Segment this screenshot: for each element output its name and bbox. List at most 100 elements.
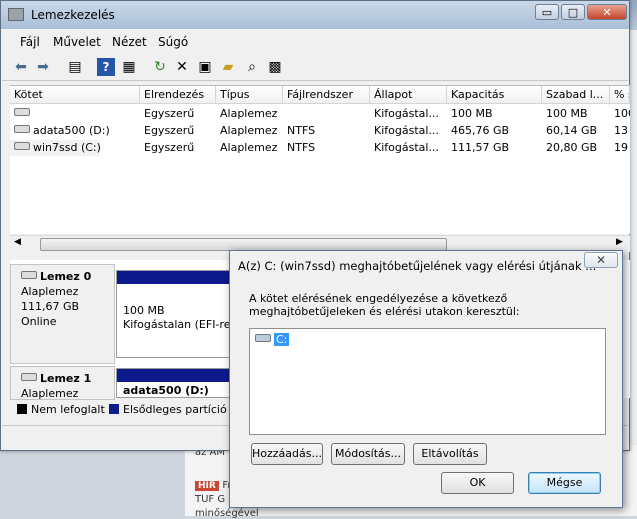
- table-cell: Alaplemez: [220, 124, 278, 137]
- disk-icon[interactable]: ▩: [266, 58, 284, 76]
- table-cell: 100 MB: [451, 107, 493, 120]
- delete-icon[interactable]: ✕: [173, 58, 191, 76]
- table-cell: 60,14 GB: [546, 124, 598, 137]
- disk-icon: [21, 373, 37, 381]
- menu-action[interactable]: Művelet: [53, 35, 101, 49]
- table-row[interactable]: [10, 106, 140, 122]
- table-cell: 20,80 GB: [546, 141, 598, 154]
- partition-efi[interactable]: 100 MB Kifogástalan (EFI-ren: [116, 270, 238, 358]
- toolbar: ⬅ ➡ ▤ ? ▦ ↻ ✕ ▣ ▰ ⌕ ▩: [2, 54, 628, 81]
- partition-bar: [117, 369, 235, 382]
- disk-size: 111,67 GB: [21, 300, 80, 313]
- disk-icon: [21, 271, 37, 279]
- path-label: C:: [274, 333, 290, 346]
- column-header-volume[interactable]: Kötet: [10, 86, 140, 104]
- table-cell: 19: [614, 141, 628, 154]
- window-title: Lemezkezelés: [31, 8, 115, 22]
- minimize-button[interactable]: ▭: [535, 4, 559, 20]
- table-cell: Alaplemez: [220, 107, 278, 120]
- table-cell: 111,57 GB: [451, 141, 510, 154]
- add-button[interactable]: Hozzáadás...: [251, 443, 323, 465]
- table-cell: Alaplemez: [220, 141, 278, 154]
- disk-0-info[interactable]: Lemez 0 Alaplemez 111,67 GB Online: [10, 264, 115, 364]
- disk-1-info[interactable]: Lemez 1 Alaplemez: [10, 366, 115, 400]
- table-cell: 13: [614, 124, 628, 137]
- ok-button[interactable]: OK: [441, 472, 514, 494]
- remove-button[interactable]: Eltávolítás: [413, 443, 487, 465]
- background-text: minőségével: [195, 508, 259, 519]
- table-cell: NTFS: [287, 141, 316, 154]
- partition-size: 100 MB: [123, 304, 165, 317]
- table-cell: Kifogástal...: [374, 124, 439, 137]
- disk-type: Alaplemez: [21, 285, 79, 298]
- menu-view[interactable]: Nézet: [112, 35, 147, 49]
- column-header-layout[interactable]: Elrendezés: [140, 86, 216, 104]
- details-icon[interactable]: ▦: [120, 58, 138, 76]
- table-row[interactable]: win7ssd (C:): [10, 140, 100, 156]
- maximize-button[interactable]: □: [561, 4, 585, 20]
- disk-status: Online: [21, 315, 57, 328]
- table-cell: [283, 106, 370, 122]
- dialog-description: A kötet elérésének engedélyezése a követ…: [249, 292, 520, 318]
- news-badge-label: HÍR: [195, 481, 219, 491]
- table-cell: Egyszerű: [144, 107, 195, 120]
- column-header-status[interactable]: Állapot: [370, 86, 447, 104]
- dialog-title: A(z) C: (win7ssd) meghajtóbetűjelének va…: [238, 259, 597, 273]
- properties-icon[interactable]: ▣: [196, 58, 214, 76]
- partition-label: adata500 (D:): [123, 384, 209, 397]
- refresh-icon[interactable]: ↻: [151, 58, 169, 76]
- table-cell: Egyszerű: [144, 124, 195, 137]
- legend-swatch: [109, 404, 119, 414]
- disk-name: Lemez 1: [40, 372, 92, 385]
- volume-name: adata500 (D:): [33, 124, 110, 137]
- news-badge: HÍR Fr: [195, 478, 231, 491]
- scroll-right-icon[interactable]: ▶: [616, 237, 623, 247]
- drive-icon: [14, 108, 30, 116]
- table-cell: Egyszerű: [144, 141, 195, 154]
- drive-icon: [14, 142, 30, 150]
- table-cell: Kifogástal...: [374, 107, 439, 120]
- title-bar[interactable]: Lemezkezelés ▭ □ ✕: [1, 1, 629, 29]
- column-header-percent-free[interactable]: % s: [610, 86, 630, 104]
- column-header-type[interactable]: Típus: [216, 86, 283, 104]
- volume-name: win7ssd (C:): [33, 141, 100, 154]
- disk-management-icon: [8, 8, 24, 21]
- change-drive-letter-dialog: A(z) C: (win7ssd) meghajtóbetűjelének va…: [229, 250, 623, 508]
- column-header-filesystem[interactable]: Fájlrendszer: [283, 86, 370, 104]
- menu-file[interactable]: Fájl: [20, 35, 40, 49]
- dialog-close-button[interactable]: ✕: [584, 252, 618, 268]
- table-cell: 465,76 GB: [451, 124, 510, 137]
- table-cell: NTFS: [287, 124, 316, 137]
- table-cell: 100: [614, 107, 630, 120]
- back-icon[interactable]: ⬅: [12, 58, 30, 76]
- cancel-button[interactable]: Mégse: [528, 472, 601, 494]
- console-tree-icon[interactable]: ▤: [66, 58, 84, 76]
- disk-name: Lemez 0: [40, 270, 92, 283]
- forward-icon[interactable]: ➡: [34, 58, 52, 76]
- column-header-capacity[interactable]: Kapacitás: [447, 86, 542, 104]
- legend-unallocated: Nem lefoglalt: [17, 403, 105, 416]
- table-row[interactable]: adata500 (D:): [10, 123, 140, 139]
- path-list[interactable]: C:: [249, 328, 606, 435]
- background-text: TUF G: [195, 494, 226, 505]
- menu-bar: Fájl Művelet Nézet Súgó: [2, 31, 628, 53]
- help-icon[interactable]: ?: [97, 58, 115, 76]
- list-item[interactable]: C:: [255, 332, 290, 348]
- menu-help[interactable]: Súgó: [158, 35, 188, 49]
- partition-adata500[interactable]: adata500 (D:): [116, 368, 236, 398]
- close-button[interactable]: ✕: [587, 4, 627, 20]
- column-header-free-space[interactable]: Szabad l...: [542, 86, 610, 104]
- table-cell: Kifogástal...: [374, 141, 439, 154]
- legend-label: Elsődleges partíció: [123, 403, 227, 416]
- partition-status: Kifogástalan (EFI-ren: [123, 318, 238, 331]
- scroll-left-icon[interactable]: ◀: [14, 237, 21, 247]
- drive-icon: [255, 334, 271, 342]
- partition-bar: [117, 271, 235, 284]
- legend-swatch: [17, 404, 27, 414]
- modify-button[interactable]: Módosítás...: [331, 443, 405, 465]
- volume-list[interactable]: Kötet Elrendezés Típus Fájlrendszer Álla…: [10, 85, 630, 234]
- legend-label: Nem lefoglalt: [31, 403, 105, 416]
- open-icon[interactable]: ▰: [219, 58, 237, 76]
- search-icon[interactable]: ⌕: [243, 58, 261, 76]
- table-cell: 100 MB: [546, 107, 588, 120]
